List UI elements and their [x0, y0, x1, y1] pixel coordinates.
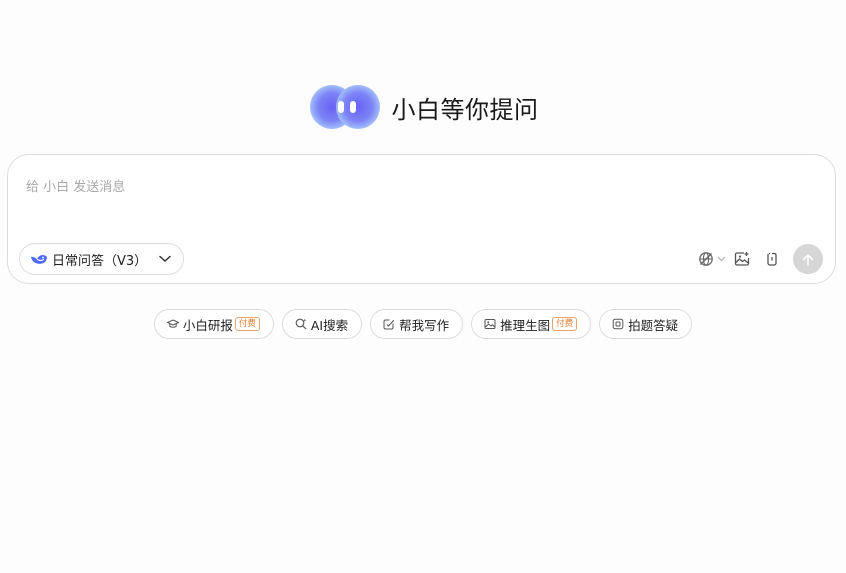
send-button[interactable]	[793, 244, 823, 274]
photo-question-icon	[612, 318, 624, 330]
whale-icon	[31, 255, 47, 264]
search-sparkle-icon	[295, 318, 307, 330]
globe-off-icon	[699, 252, 713, 266]
chip-reasoning-image[interactable]: 推理生图 付费	[471, 309, 592, 339]
web-search-toggle[interactable]	[697, 251, 727, 267]
composer-tools	[697, 244, 823, 274]
chat-home-page: 小白等你提问 日常问答（V3）	[0, 0, 846, 573]
hero-title: 小白等你提问	[391, 95, 539, 124]
file-attach-button[interactable]	[763, 251, 781, 267]
mascot-logo	[308, 80, 382, 134]
paid-badge: 付费	[552, 317, 578, 331]
image-icon	[484, 319, 496, 329]
image-upload-button[interactable]	[733, 251, 751, 267]
hero-header: 小白等你提问	[0, 78, 846, 136]
model-mode-select[interactable]: 日常问答（V3）	[19, 243, 185, 275]
chevron-down-icon	[159, 255, 171, 263]
chip-research-report[interactable]: 小白研报 付费	[153, 309, 274, 339]
chip-label: 帮我写作	[399, 317, 450, 333]
image-add-icon	[734, 252, 750, 266]
arrow-up-icon	[802, 253, 814, 266]
mode-label: 日常问答（V3）	[52, 253, 148, 269]
chip-label: 小白研报	[182, 317, 233, 333]
paid-badge: 付费	[234, 317, 260, 331]
chip-label: AI搜索	[310, 317, 349, 333]
attachment-icon	[767, 252, 777, 266]
chip-help-write[interactable]: 帮我写作	[370, 309, 464, 339]
pen-check-icon	[383, 319, 395, 330]
graduation-cap-icon	[166, 319, 179, 328]
chip-label: 拍题答疑	[628, 317, 679, 333]
message-input[interactable]	[26, 175, 806, 199]
chip-label: 推理生图	[500, 317, 551, 333]
chip-photo-question[interactable]: 拍题答疑	[599, 309, 693, 339]
chevron-down-icon	[717, 256, 726, 262]
quick-actions: 小白研报 付费 AI搜索 帮我写作 推理生图 付费 拍题答疑	[0, 309, 846, 339]
message-composer: 日常问答（V3）	[7, 154, 836, 284]
chip-ai-search[interactable]: AI搜索	[281, 309, 363, 339]
